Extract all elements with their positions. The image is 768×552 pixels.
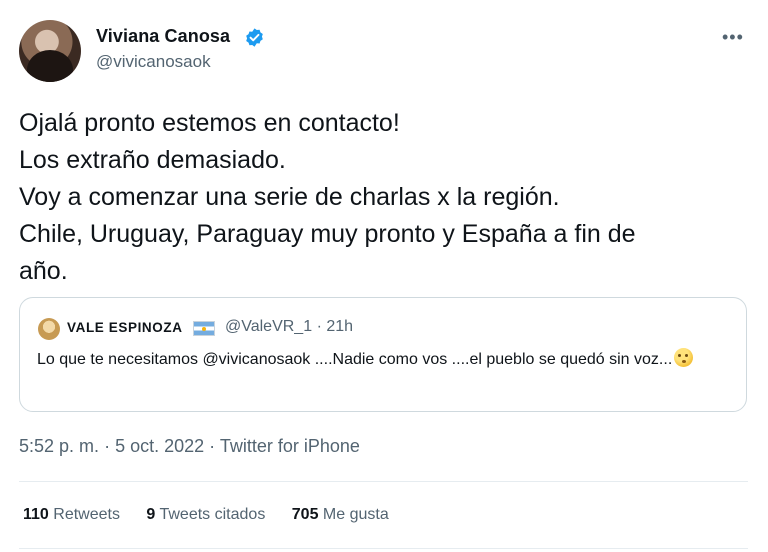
retweets-stat[interactable]: 110 Retweets (23, 506, 120, 524)
tweet-text-line: Ojalá pronto estemos en contacto! (19, 109, 400, 137)
tweet-timestamp: 5:52 p. m. · 5 oct. 2022 · Twitter for i… (19, 436, 360, 457)
quoted-tweet-text: Lo que te necesitamos @vivicanosaok ....… (37, 347, 737, 373)
rolling-eyes-emoji-icon (674, 348, 694, 367)
divider (19, 481, 748, 482)
quote-tweets-label: Tweets citados (159, 506, 266, 523)
quoted-author-handle[interactable]: @ValeVR_1 (225, 318, 312, 335)
author-avatar[interactable] (19, 20, 81, 82)
quoted-author-avatar[interactable] (38, 318, 60, 340)
likes-label: Me gusta (322, 506, 389, 523)
meta-separator: · (209, 436, 216, 456)
likes-count: 705 (291, 506, 319, 523)
tweet-text-line: Los extraño demasiado. (19, 146, 286, 174)
author-display-name[interactable]: Viviana Canosa (96, 26, 230, 47)
tweet-source[interactable]: Twitter for iPhone (220, 436, 360, 456)
quoted-author-name[interactable]: VALE ESPINOZA (67, 320, 183, 335)
engagement-stats: 110 Retweets 9 Tweets citados 705 Me gus… (23, 506, 411, 524)
quoted-tweet-card[interactable]: VALE ESPINOZA @ValeVR_1 · 21h Lo que te … (19, 297, 747, 412)
quote-tweets-stat[interactable]: 9 Tweets citados (146, 506, 265, 524)
more-options-icon[interactable]: ••• (722, 28, 750, 46)
quoted-tweet-body: Lo que te necesitamos @vivicanosaok ....… (37, 351, 673, 368)
tweet-time[interactable]: 5:52 p. m. (19, 436, 99, 456)
quote-tweets-count: 9 (146, 506, 156, 523)
tweet-date[interactable]: 5 oct. 2022 (115, 436, 204, 456)
quoted-tweet-time[interactable]: 21h (326, 318, 353, 335)
tweet-text-line: Voy a comenzar una serie de charlas x la… (19, 183, 560, 211)
meta-separator: · (104, 436, 111, 456)
retweets-count: 110 (23, 506, 49, 523)
likes-stat[interactable]: 705 Me gusta (292, 506, 389, 524)
tweet-text-line: año. (19, 257, 68, 285)
meta-separator: · (316, 318, 322, 335)
retweets-label: Retweets (53, 506, 120, 523)
tweet-text: Ojalá pronto estemos en contacto! Los ex… (19, 105, 754, 290)
author-handle[interactable]: @vivicanosaok (96, 52, 211, 72)
tweet-text-line: Chile, Uruguay, Paraguay muy pronto y Es… (19, 220, 636, 248)
divider (19, 548, 748, 549)
quoted-tweet-meta: @ValeVR_1 · 21h (225, 318, 353, 336)
verified-badge-icon (246, 28, 263, 47)
argentina-flag-icon (193, 321, 215, 336)
